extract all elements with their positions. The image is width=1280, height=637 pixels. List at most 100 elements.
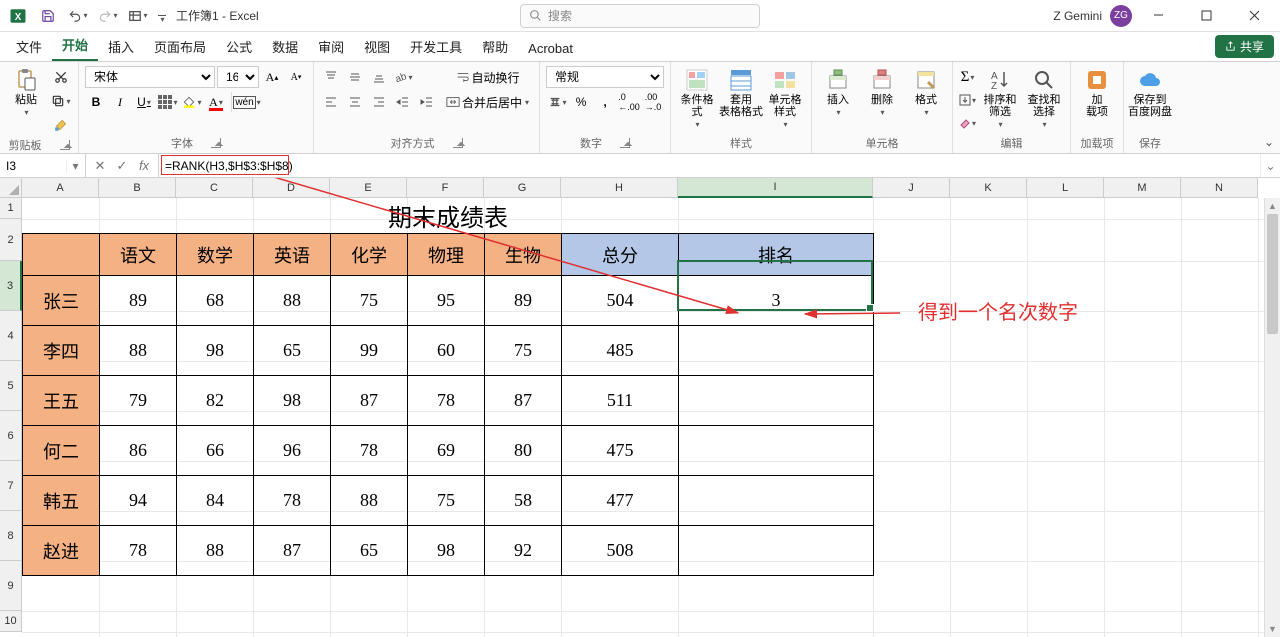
- header-cell[interactable]: 总分: [562, 234, 679, 276]
- tab-文件[interactable]: 文件: [6, 32, 52, 61]
- increase-indent-button[interactable]: [416, 91, 438, 113]
- col-header-N[interactable]: N: [1181, 178, 1258, 198]
- align-middle-button[interactable]: [344, 66, 366, 88]
- data-cell[interactable]: 98: [408, 526, 485, 576]
- dialog-launcher-icon[interactable]: [620, 138, 630, 148]
- data-cell[interactable]: 508: [562, 526, 679, 576]
- bold-button[interactable]: B: [85, 91, 107, 113]
- data-cell[interactable]: 477: [562, 476, 679, 526]
- data-cell[interactable]: 68: [177, 276, 254, 326]
- data-cell[interactable]: 98: [254, 376, 331, 426]
- data-cell[interactable]: 88: [331, 476, 408, 526]
- border-button[interactable]: ▾: [157, 91, 179, 113]
- row-name-cell[interactable]: 张三: [23, 276, 100, 326]
- data-cell[interactable]: 75: [408, 476, 485, 526]
- col-header-K[interactable]: K: [950, 178, 1027, 198]
- align-left-button[interactable]: [320, 91, 342, 113]
- data-cell[interactable]: 78: [100, 526, 177, 576]
- conditional-format-button[interactable]: 条件格式▾: [677, 66, 717, 132]
- data-cell[interactable]: 96: [254, 426, 331, 476]
- dialog-launcher-icon[interactable]: [60, 140, 70, 150]
- data-cell[interactable]: 80: [485, 426, 562, 476]
- col-header-G[interactable]: G: [484, 178, 561, 198]
- row-name-cell[interactable]: 王五: [23, 376, 100, 426]
- row-name-cell[interactable]: 何二: [23, 426, 100, 476]
- save-baidu-button[interactable]: 保存到 百度网盘: [1130, 66, 1170, 120]
- row-header-3[interactable]: 3: [0, 261, 22, 311]
- col-header-L[interactable]: L: [1027, 178, 1104, 198]
- data-cell[interactable]: 86: [100, 426, 177, 476]
- align-right-button[interactable]: [368, 91, 390, 113]
- spreadsheet-grid[interactable]: ABCDEFGHIJKLMN 12345678910 期末成绩表语文数学英语化学…: [0, 178, 1280, 637]
- decrease-indent-button[interactable]: [392, 91, 414, 113]
- format-painter-button[interactable]: [50, 114, 72, 136]
- select-all-button[interactable]: [0, 178, 22, 198]
- col-header-H[interactable]: H: [561, 178, 678, 198]
- row-header-4[interactable]: 4: [0, 311, 22, 361]
- header-cell[interactable]: 数学: [177, 234, 254, 276]
- align-bottom-button[interactable]: [368, 66, 390, 88]
- row-header-1[interactable]: 1: [0, 198, 22, 219]
- avatar[interactable]: ZG: [1110, 5, 1132, 27]
- data-cell[interactable]: 75: [485, 326, 562, 376]
- tab-数据[interactable]: 数据: [262, 32, 308, 61]
- data-cell[interactable]: 78: [254, 476, 331, 526]
- data-cell[interactable]: 92: [485, 526, 562, 576]
- data-cell[interactable]: 87: [331, 376, 408, 426]
- minimize-button[interactable]: [1136, 0, 1180, 32]
- row-header-9[interactable]: 9: [0, 561, 22, 611]
- cancel-formula-button[interactable]: ✕: [90, 156, 110, 176]
- redo-icon[interactable]: ▾: [94, 2, 122, 30]
- qat-customize-icon[interactable]: ▾: [154, 2, 170, 30]
- fill-color-button[interactable]: ▾: [181, 91, 203, 113]
- data-cell[interactable]: 75: [331, 276, 408, 326]
- data-cell[interactable]: 88: [100, 326, 177, 376]
- data-cell[interactable]: 79: [100, 376, 177, 426]
- fill-button[interactable]: ▾: [959, 89, 976, 111]
- data-cell[interactable]: 485: [562, 326, 679, 376]
- data-cell[interactable]: 99: [331, 326, 408, 376]
- data-cell[interactable]: 475: [562, 426, 679, 476]
- data-cell[interactable]: 69: [408, 426, 485, 476]
- header-cell[interactable]: 化学: [331, 234, 408, 276]
- data-cell[interactable]: 66: [177, 426, 254, 476]
- col-header-A[interactable]: A: [22, 178, 99, 198]
- data-cell[interactable]: [679, 376, 874, 426]
- font-size-select[interactable]: 16: [217, 66, 259, 88]
- tab-帮助[interactable]: 帮助: [472, 32, 518, 61]
- formula-input[interactable]: [159, 157, 1260, 175]
- user-name[interactable]: Z Gemini: [1053, 9, 1102, 23]
- col-header-D[interactable]: D: [253, 178, 330, 198]
- row-name-cell[interactable]: 韩五: [23, 476, 100, 526]
- copy-button[interactable]: ▾: [50, 90, 72, 112]
- underline-button[interactable]: U▾: [133, 91, 155, 113]
- clear-button[interactable]: ▾: [959, 112, 976, 134]
- percent-button[interactable]: %: [570, 91, 592, 113]
- expand-formula-bar-icon[interactable]: ⌄: [1260, 154, 1280, 177]
- qat-more-icon[interactable]: ▾: [124, 2, 152, 30]
- header-cell[interactable]: 语文: [100, 234, 177, 276]
- tab-插入[interactable]: 插入: [98, 32, 144, 61]
- row-header-6[interactable]: 6: [0, 411, 22, 461]
- increase-decimal-button[interactable]: .0←.00: [618, 91, 640, 113]
- data-cell[interactable]: 88: [177, 526, 254, 576]
- insert-cells-button[interactable]: 插入▾: [818, 66, 858, 120]
- dialog-launcher-icon[interactable]: [211, 138, 221, 148]
- data-cell[interactable]: 95: [408, 276, 485, 326]
- fx-button[interactable]: fx: [134, 156, 154, 176]
- phonetic-button[interactable]: wén▾: [236, 91, 258, 113]
- header-cell[interactable]: [23, 234, 100, 276]
- close-button[interactable]: [1232, 0, 1276, 32]
- data-cell[interactable]: [679, 526, 874, 576]
- scroll-down-icon[interactable]: ▼: [1265, 621, 1280, 637]
- col-header-I[interactable]: I: [678, 178, 873, 198]
- sort-filter-button[interactable]: AZ排序和筛选▾: [980, 66, 1020, 132]
- undo-icon[interactable]: ▾: [64, 2, 92, 30]
- data-cell[interactable]: 65: [331, 526, 408, 576]
- data-cell[interactable]: 87: [485, 376, 562, 426]
- data-cell[interactable]: [679, 426, 874, 476]
- scroll-thumb[interactable]: [1267, 214, 1278, 334]
- decrease-font-button[interactable]: A▾: [285, 66, 307, 88]
- format-cells-button[interactable]: 格式▾: [906, 66, 946, 120]
- header-cell[interactable]: 英语: [254, 234, 331, 276]
